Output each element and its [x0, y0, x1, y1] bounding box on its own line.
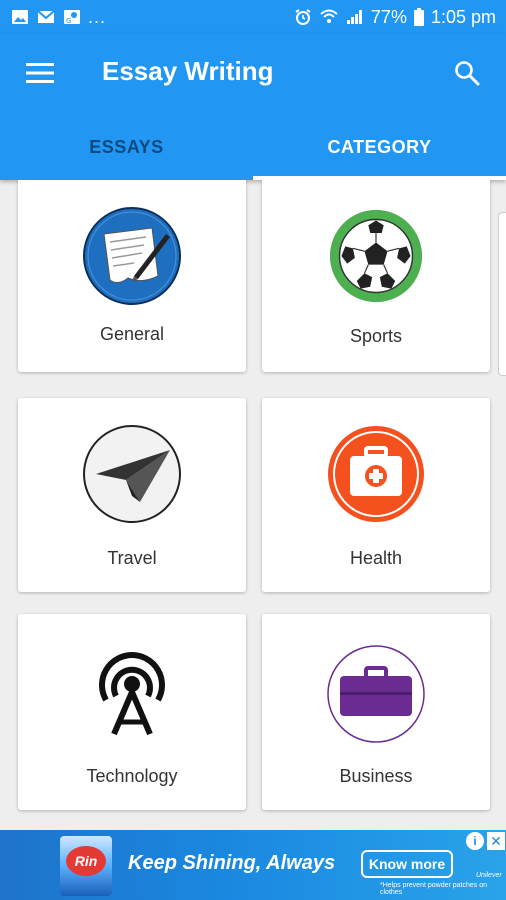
status-bar: G ... 77% 1:05 pm: [0, 0, 506, 34]
category-card-technology[interactable]: Technology: [18, 614, 246, 810]
app-title: Essay Writing: [102, 56, 274, 86]
category-label: General: [99, 324, 165, 344]
maps-icon: G: [62, 8, 82, 26]
clock: 1:05 pm: [430, 6, 496, 27]
ad-banner[interactable]: Rin Keep Shining, Always Know more *Help…: [0, 830, 506, 900]
ad-know-more-button[interactable]: Know more: [361, 850, 453, 878]
ad-close-icon[interactable]: ✕: [487, 832, 505, 850]
status-left: G ...: [10, 7, 106, 28]
battery-percent: 77%: [370, 6, 407, 27]
category-label: Travel: [107, 548, 157, 568]
hamburger-menu-icon: [26, 63, 54, 83]
category-card-sports[interactable]: Sports: [262, 180, 490, 372]
document-pen-icon: [83, 207, 181, 305]
category-label: Sports: [349, 326, 403, 346]
category-label: Health: [349, 548, 403, 568]
svg-text:G: G: [66, 17, 71, 25]
soccer-ball-icon: [329, 209, 423, 303]
ad-product-image: Rin: [60, 836, 112, 896]
paper-plane-icon: [83, 425, 181, 523]
search-button[interactable]: [450, 56, 484, 90]
category-label: Business: [339, 766, 413, 786]
battery-icon: [413, 8, 425, 26]
tab-category[interactable]: CATEGORY: [253, 114, 506, 180]
category-card-health[interactable]: Health: [262, 398, 490, 592]
wifi-icon: [319, 8, 339, 26]
antenna-tower-icon: [99, 652, 165, 736]
tab-essays[interactable]: ESSAYS: [0, 114, 253, 180]
ad-disclaimer: *Helps prevent powder patches on clothes: [380, 882, 488, 896]
status-right: 77% 1:05 pm: [293, 7, 496, 28]
more-notifications: ...: [88, 6, 107, 27]
menu-button[interactable]: [22, 58, 58, 88]
search-icon: [455, 61, 480, 86]
ad-brand: Unilever: [476, 872, 502, 879]
category-grid: General Sports Travel Health Technology …: [0, 180, 506, 830]
alarm-icon: [293, 8, 313, 26]
next-page-peek: [498, 212, 506, 376]
signal-icon: [345, 8, 365, 26]
category-card-travel[interactable]: Travel: [18, 398, 246, 592]
ad-headline: Keep Shining, Always: [128, 852, 336, 874]
ad-info-icon[interactable]: i: [466, 832, 484, 850]
gmail-icon: [36, 8, 56, 26]
category-card-business[interactable]: Business: [262, 614, 490, 810]
category-label: Technology: [86, 766, 178, 786]
briefcase-icon: [327, 645, 425, 743]
app-bar: Essay Writing ESSAYS CATEGORY: [0, 34, 506, 180]
ad-product-logo: Rin: [66, 846, 106, 876]
gallery-icon: [10, 8, 30, 26]
first-aid-kit-icon: [328, 426, 424, 522]
category-card-general[interactable]: General: [18, 180, 246, 372]
tab-bar: ESSAYS CATEGORY: [0, 114, 506, 180]
